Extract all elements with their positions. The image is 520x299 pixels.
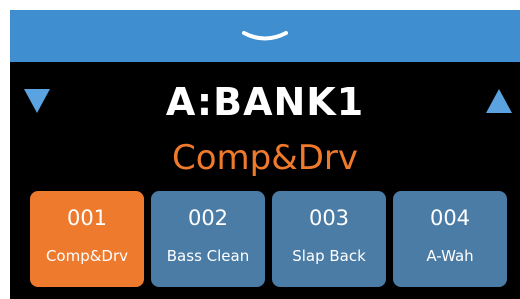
patch-number: 004 xyxy=(429,206,471,230)
patch-label: Bass Clean xyxy=(166,247,250,265)
patch-button-004[interactable]: 004 A-Wah xyxy=(393,191,507,287)
patch-button-003[interactable]: 003 Slap Back xyxy=(272,191,386,287)
patch-list: 001 Comp&Drv 002 Bass Clean 003 Slap Bac… xyxy=(30,191,508,287)
patch-button-001[interactable]: 001 Comp&Drv xyxy=(30,191,144,287)
chevron-down-icon xyxy=(242,31,288,41)
patch-button-002[interactable]: 002 Bass Clean xyxy=(151,191,265,287)
triangle-up-icon xyxy=(486,89,512,113)
bank-name: A:BANK1 xyxy=(165,80,365,124)
patch-label: A-Wah xyxy=(426,247,474,265)
patch-number: 001 xyxy=(66,206,108,230)
patch-select-screen: A:BANK1 Comp&Drv 001 Comp&Drv 002 Bass C… xyxy=(10,10,520,299)
patch-label: Slap Back xyxy=(292,247,366,265)
patch-number: 003 xyxy=(308,206,350,230)
bank-next-button[interactable] xyxy=(484,85,514,117)
patch-number: 002 xyxy=(187,206,229,230)
top-bar xyxy=(10,10,520,62)
collapse-handle[interactable] xyxy=(238,24,292,50)
patch-label: Comp&Drv xyxy=(45,247,129,265)
current-patch-name: Comp&Drv xyxy=(171,138,359,178)
